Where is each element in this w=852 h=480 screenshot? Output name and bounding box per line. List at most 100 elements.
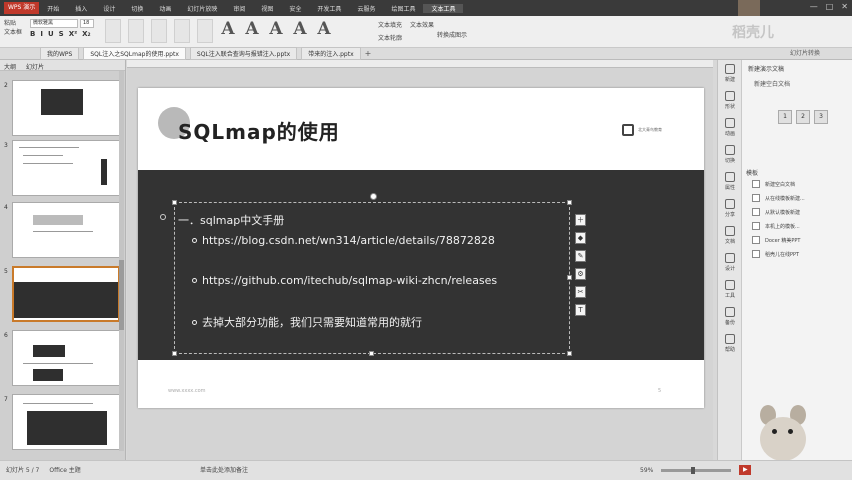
text-icon[interactable]: T [575,304,586,316]
rtool-properties[interactable]: 属性 [718,168,742,195]
menu-tab-text-tools[interactable]: 文本工具 [423,3,464,13]
menu-tab-start[interactable]: 开始 [39,4,67,13]
italic-button[interactable]: I [40,30,43,38]
zoom-knob[interactable] [691,466,696,474]
pane-button-1[interactable]: 1 [778,110,792,124]
thumbnail-row[interactable]: 6 [4,330,120,386]
menu-tab-insert[interactable]: 插入 [67,4,95,13]
menu-tab-animation[interactable]: 动画 [151,4,179,13]
menu-tab-transition[interactable]: 切换 [123,4,151,13]
pane-list-item[interactable]: 稻壳儿在线PPT [752,250,805,258]
thumbnail-row[interactable]: 2 [4,80,120,136]
rtool-shape[interactable]: 形状 [718,87,742,114]
doc-tab-union-injection[interactable]: SQL注入联合查询与报错注入.pptx [189,47,298,60]
play-slideshow-icon[interactable]: ▶ [739,465,752,475]
app-badge[interactable]: WPS 演示 [4,2,40,14]
add-tab-icon[interactable]: + [365,49,372,58]
resize-handle[interactable] [369,351,374,356]
doc-tab-injection[interactable]: 带来的注入.pptx [301,47,361,60]
resize-handle[interactable] [567,351,572,356]
rtool-backup[interactable]: 备份 [718,303,742,330]
bullet-text[interactable]: https://blog.csdn.net/wn314/article/deta… [202,234,495,247]
thumbnail-row[interactable]: 4 [4,202,120,258]
slide-thumbnail[interactable] [12,80,120,136]
rtool-design[interactable]: 设计 [718,249,742,276]
doc-tab-home[interactable]: 我的WPS [40,47,80,60]
menu-tab-view[interactable]: 视图 [253,4,281,13]
close-icon[interactable]: ✕ [841,2,848,11]
slide-thumbnail[interactable] [12,140,120,196]
paragraph-button[interactable] [128,19,144,43]
convert-diagram-button[interactable]: 转换成图示 [437,30,467,39]
resize-handle[interactable] [567,200,572,205]
rtool-tools[interactable]: 工具 [718,276,742,303]
text-style-1[interactable]: A [218,19,238,39]
superscript-button[interactable]: X² [69,30,77,38]
columns-button[interactable] [151,19,167,43]
text-style-4[interactable]: A [290,19,310,39]
crop-icon[interactable]: ✂ [575,286,586,298]
pane-button-2[interactable]: 2 [796,110,810,124]
rtool-transition[interactable]: 切换 [718,141,742,168]
rtool-new[interactable]: 新建 [718,60,742,87]
pane-button-3[interactable]: 3 [814,110,828,124]
minimize-icon[interactable]: — [810,2,818,11]
text-style-2[interactable]: A [242,19,262,39]
resize-handle[interactable] [172,200,177,205]
thumbnail-row[interactable]: 5 [4,266,120,322]
rtool-animation[interactable]: 动画 [718,114,742,141]
font-size-select[interactable]: 18 [80,19,94,28]
paste-button[interactable]: 粘贴 [4,19,22,28]
zoom-slider[interactable] [661,466,732,474]
pane-list-item[interactable]: 本机上的模板... [752,222,805,230]
underline-button[interactable]: U [48,30,54,38]
thumbnail-row[interactable]: 7 [4,394,120,450]
font-name-select[interactable]: 微软雅黑 [30,19,78,28]
slides-tab[interactable]: 幻灯片 [26,62,44,71]
menu-tab-drawing[interactable]: 绘图工具 [383,4,423,13]
menu-tab-cloud[interactable]: 云服务 [349,4,383,13]
section-heading[interactable]: 一．sqlmap中文手册 [178,212,284,228]
textbox-button[interactable]: 文本框 [4,28,22,37]
edit-icon[interactable]: ✎ [575,250,586,262]
slide-thumbnail[interactable] [12,202,120,258]
bullet-text[interactable]: https://github.com/itechub/sqlmap-wiki-z… [202,274,497,287]
doc-tab-sqlmap[interactable]: SQL注入之SQLmap的使用.pptx [83,47,186,60]
menu-tab-review[interactable]: 审阅 [225,4,253,13]
rtool-document[interactable]: 文档 [718,222,742,249]
bullet-text[interactable]: 去掉大部分功能，我们只需要知道常用的就行 [202,314,422,330]
list-item[interactable]: 去掉大部分功能，我们只需要知道常用的就行 [192,314,422,330]
notes-placeholder[interactable]: 单击此处添加备注 [200,465,248,474]
pane-list-item[interactable]: 新建空白文档 [752,180,805,188]
slide-thumbnail[interactable] [12,394,120,450]
rotate-handle[interactable] [370,193,377,200]
direction-button[interactable] [174,19,190,43]
bold-button[interactable]: B [30,30,35,38]
menu-tab-devtools[interactable]: 开发工具 [309,4,349,13]
list-item[interactable]: https://blog.csdn.net/wn314/article/deta… [192,234,495,247]
align-button[interactable] [105,19,121,43]
rtool-share[interactable]: 分享 [718,195,742,222]
strikethrough-button[interactable]: S [59,30,64,38]
thumbnail-row[interactable]: 3 [4,140,120,196]
pane-list-item[interactable]: 从在线模板新建... [752,194,805,202]
maximize-icon[interactable]: □ [826,2,834,11]
current-slide[interactable]: SQLmap的使用 北大青鸟教育 , 一．sqlmap中文手册 https://… [138,88,704,408]
list-item[interactable]: https://github.com/itechub/sqlmap-wiki-z… [192,274,497,287]
slide-title[interactable]: SQLmap的使用 [178,116,340,145]
outline-tab[interactable]: 大纲 [4,62,16,71]
add-icon[interactable]: ＋ [575,214,586,226]
text-outline-button[interactable]: 文本轮廓 [378,33,402,42]
text-fill-button[interactable]: 文本填充 [378,20,402,29]
menu-tab-slideshow[interactable]: 幻灯片放映 [179,4,225,13]
task-pane-subtitle[interactable]: 新建空白文档 [742,77,852,90]
resize-handle[interactable] [172,351,177,356]
text-style-3[interactable]: A [266,19,286,39]
resize-handle[interactable] [567,275,572,280]
menu-tab-design[interactable]: 设计 [95,4,123,13]
slide-thumbnail[interactable] [12,330,120,386]
pane-list-item[interactable]: Docer 精美PPT [752,236,805,244]
text-effect-button[interactable]: 文本效果 [410,20,434,29]
text-style-5[interactable]: A [314,19,334,39]
thumbnail-scroll-thumb[interactable] [119,260,124,330]
